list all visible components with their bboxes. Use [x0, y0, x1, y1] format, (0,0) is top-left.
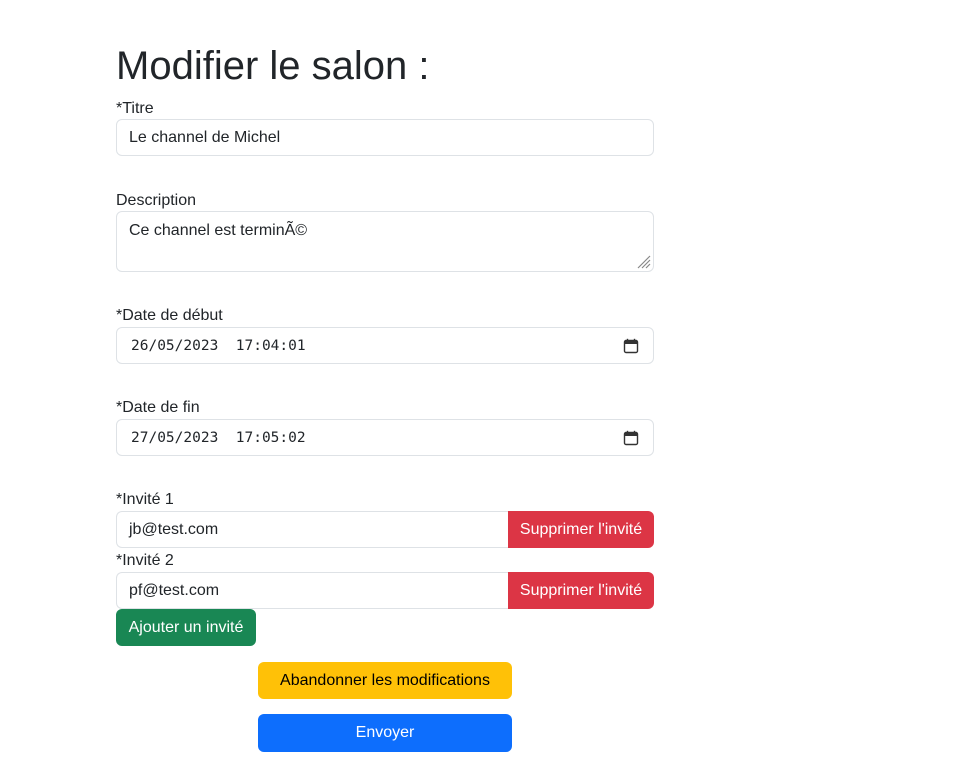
submit-button[interactable]: Envoyer: [258, 714, 512, 752]
end-date-value: 27/05/2023 17:05:02: [131, 429, 306, 446]
description-textarea-value: Ce channel est terminÃ©: [129, 222, 308, 239]
guest-2-email-input[interactable]: pf@test.com: [116, 572, 508, 609]
title-label: *Titre: [116, 100, 154, 117]
remove-guest-2-button[interactable]: Supprimer l'invité: [508, 572, 654, 609]
calendar-icon[interactable]: [623, 338, 639, 354]
calendar-icon[interactable]: [623, 430, 639, 446]
resize-grip-icon[interactable]: [635, 253, 651, 269]
guest-1-email-input[interactable]: jb@test.com: [116, 511, 508, 548]
start-date-value: 26/05/2023 17:04:01: [131, 337, 306, 354]
description-label: Description: [116, 192, 197, 209]
title-input-value: Le channel de Michel: [129, 128, 281, 146]
remove-guest-1-button[interactable]: Supprimer l'invité: [508, 511, 654, 548]
guest-1-email-value: jb@test.com: [129, 520, 219, 538]
start-date-input[interactable]: 26/05/2023 17:04:01: [116, 327, 654, 364]
guest-2-group: pf@test.com Supprimer l'invité: [116, 572, 654, 609]
guest-2-label: *Invité 2: [116, 552, 174, 569]
guest-1-label: *Invité 1: [116, 491, 174, 508]
guest-1-group: jb@test.com Supprimer l'invité: [116, 511, 654, 548]
end-date-input[interactable]: 27/05/2023 17:05:02: [116, 419, 654, 456]
end-date-label: *Date de fin: [116, 399, 200, 416]
title-input[interactable]: Le channel de Michel: [116, 119, 654, 156]
add-guest-button[interactable]: Ajouter un invité: [116, 609, 256, 646]
start-date-label: *Date de début: [116, 307, 223, 324]
description-textarea[interactable]: Ce channel est terminÃ©: [116, 211, 654, 272]
page-title: Modifier le salon :: [116, 44, 430, 88]
guest-2-email-value: pf@test.com: [129, 581, 220, 599]
cancel-changes-button[interactable]: Abandonner les modifications: [258, 662, 512, 699]
